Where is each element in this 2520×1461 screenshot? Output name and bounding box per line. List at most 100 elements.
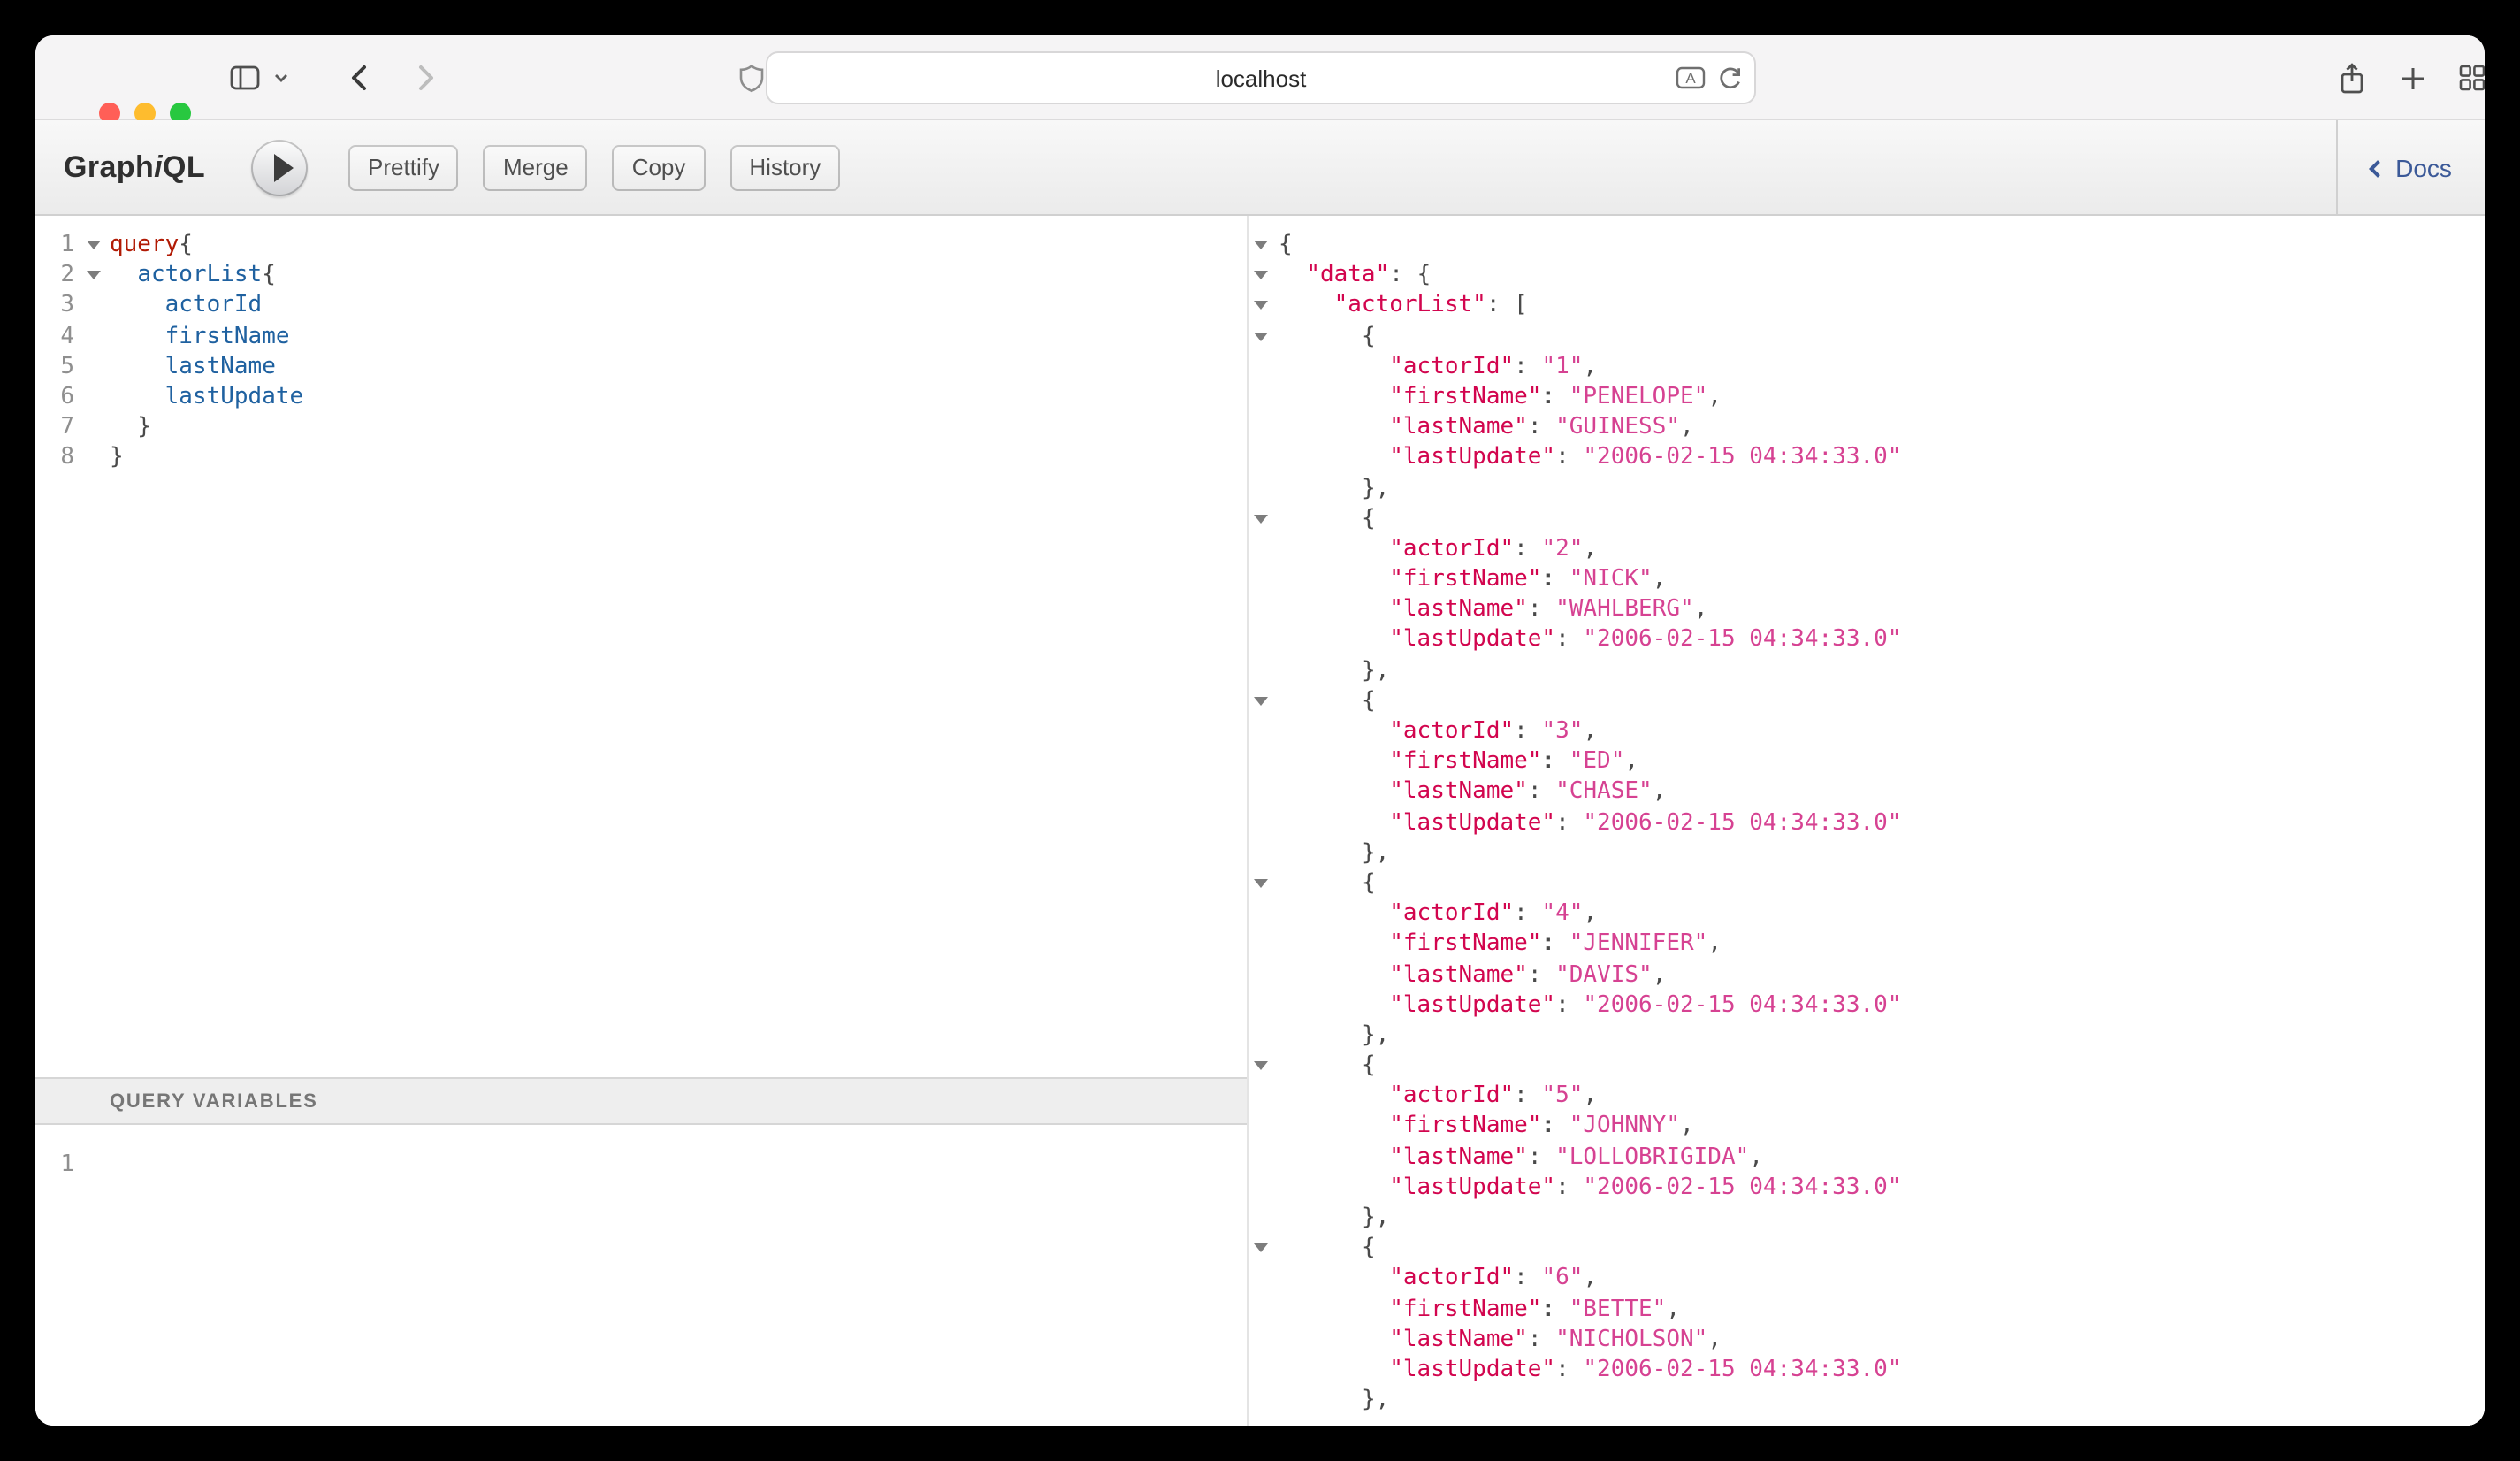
back-icon[interactable] xyxy=(340,35,378,120)
fold-arrow-icon[interactable] xyxy=(1254,879,1268,888)
query-code-line[interactable]: actorList{ xyxy=(110,260,303,290)
line-number: 7 xyxy=(35,412,81,442)
fold-arrow-icon[interactable] xyxy=(1254,515,1268,524)
result-gutter-row xyxy=(1249,1021,1273,1051)
result-pane: { "data": { "actorList": [ { "actorId": … xyxy=(1249,216,2485,1426)
result-gutter-row xyxy=(1249,686,1273,716)
browser-toolbar: localhost A xyxy=(35,35,2485,120)
forward-icon[interactable] xyxy=(407,35,446,120)
gutter-row: 8 xyxy=(35,443,106,473)
result-gutter-row xyxy=(1249,655,1273,685)
result-gutter-row xyxy=(1249,1325,1273,1355)
gutter-row: 5 xyxy=(35,352,106,382)
result-gutter-row xyxy=(1249,1294,1273,1324)
result-fold-gutter xyxy=(1249,216,1273,1426)
line-number: 4 xyxy=(35,321,81,351)
result-gutter-row xyxy=(1249,412,1273,442)
fold-arrow-icon[interactable] xyxy=(87,272,101,280)
result-gutter-row xyxy=(1249,321,1273,351)
result-gutter-row xyxy=(1249,564,1273,594)
result-code-line: "lastUpdate": "2006-02-15 04:34:33.0" xyxy=(1279,1355,1901,1385)
result-code-line: "firstName": "PENELOPE", xyxy=(1279,382,1901,412)
query-code-line[interactable]: actorId xyxy=(110,291,303,321)
graphiql-logo: GraphiQL xyxy=(64,149,205,185)
graphiql-toolbar: GraphiQL Prettify Merge Copy History Doc… xyxy=(35,120,2485,216)
result-code-line: "lastName": "WAHLBERG", xyxy=(1279,595,1901,625)
result-gutter-row xyxy=(1249,807,1273,838)
fold-arrow-icon[interactable] xyxy=(1254,697,1268,706)
merge-button[interactable]: Merge xyxy=(484,144,588,190)
result-code-line: { xyxy=(1279,1233,1901,1263)
variables-editor-code[interactable] xyxy=(106,1125,110,1426)
variables-editor-gutter: 1 xyxy=(35,1125,106,1426)
result-code-line: { xyxy=(1279,1051,1901,1081)
query-code-line[interactable]: lastUpdate xyxy=(110,382,303,412)
line-number: 2 xyxy=(35,260,81,290)
result-gutter-row xyxy=(1249,595,1273,625)
result-code-line: "firstName": "BETTE", xyxy=(1279,1294,1901,1324)
gutter-row: 1 xyxy=(35,1150,106,1180)
query-code-line[interactable]: lastName xyxy=(110,352,303,382)
reload-icon[interactable] xyxy=(1717,65,1744,91)
query-code-line[interactable]: } xyxy=(110,412,303,442)
query-editor[interactable]: 12345678 query{ actorList{ actorId first… xyxy=(35,216,1247,1077)
fold-arrow-icon[interactable] xyxy=(1254,241,1268,249)
svg-text:A: A xyxy=(1685,70,1696,87)
result-gutter-row xyxy=(1249,625,1273,655)
query-code-line[interactable]: } xyxy=(110,443,303,473)
result-gutter-row xyxy=(1249,868,1273,899)
gutter-row: 2 xyxy=(35,260,106,290)
result-gutter-row xyxy=(1249,1203,1273,1233)
line-number: 5 xyxy=(35,352,81,382)
result-code-line: }, xyxy=(1279,655,1901,685)
execute-query-button[interactable] xyxy=(251,139,308,195)
address-bar[interactable]: localhost A xyxy=(766,51,1756,104)
result-code-line: "lastName": "CHASE", xyxy=(1279,777,1901,807)
play-icon xyxy=(273,153,293,181)
result-gutter-row xyxy=(1249,1355,1273,1385)
result-code-line: { xyxy=(1279,230,1901,260)
result-gutter-row xyxy=(1249,746,1273,776)
result-code-line: "actorId": "5", xyxy=(1279,1082,1901,1112)
fold-arrow-icon[interactable] xyxy=(87,241,101,249)
result-gutter-row xyxy=(1249,1264,1273,1294)
translate-icon[interactable]: A xyxy=(1675,65,1707,90)
result-gutter-row xyxy=(1249,1082,1273,1112)
query-editor-code[interactable]: query{ actorList{ actorId firstName last… xyxy=(106,216,303,1077)
variables-editor[interactable]: 1 xyxy=(35,1125,1247,1426)
history-button[interactable]: History xyxy=(729,144,840,190)
sidebar-chevron-down-icon[interactable] xyxy=(269,35,294,120)
line-number: 6 xyxy=(35,382,81,412)
fold-arrow-icon[interactable] xyxy=(1254,272,1268,280)
fold-arrow-icon[interactable] xyxy=(1254,1061,1268,1070)
result-gutter-row xyxy=(1249,534,1273,564)
line-number: 3 xyxy=(35,291,81,321)
query-editor-gutter: 12345678 xyxy=(35,216,106,1077)
sidebar-toggle-icon[interactable] xyxy=(223,35,265,120)
result-gutter-row xyxy=(1249,838,1273,868)
result-code-line: "actorId": "2", xyxy=(1279,534,1901,564)
result-code-line: "firstName": "NICK", xyxy=(1279,564,1901,594)
tab-overview-icon[interactable] xyxy=(2451,35,2485,120)
result-gutter-row xyxy=(1249,473,1273,503)
result-gutter-row xyxy=(1249,929,1273,960)
result-gutter-row xyxy=(1249,443,1273,473)
chevron-left-icon xyxy=(2368,159,2386,177)
query-pane: 12345678 query{ actorList{ actorId first… xyxy=(35,216,1249,1426)
query-code-line[interactable]: query{ xyxy=(110,230,303,260)
fold-arrow-icon[interactable] xyxy=(1254,302,1268,310)
copy-button[interactable]: Copy xyxy=(613,144,706,190)
result-code-line: "lastUpdate": "2006-02-15 04:34:33.0" xyxy=(1279,625,1901,655)
gutter-row: 1 xyxy=(35,230,106,260)
line-number: 8 xyxy=(35,443,81,473)
result-code-line: { xyxy=(1279,503,1901,533)
prettify-button[interactable]: Prettify xyxy=(348,144,459,190)
fold-arrow-icon[interactable] xyxy=(1254,1244,1268,1253)
query-code-line[interactable]: firstName xyxy=(110,321,303,351)
new-tab-icon[interactable] xyxy=(2391,35,2433,120)
fold-arrow-icon[interactable] xyxy=(1254,332,1268,340)
result-code-line: }, xyxy=(1279,1203,1901,1233)
docs-toggle-button[interactable]: Docs xyxy=(2336,120,2485,214)
share-icon[interactable] xyxy=(2331,35,2373,120)
result-code-line: "firstName": "ED", xyxy=(1279,746,1901,776)
